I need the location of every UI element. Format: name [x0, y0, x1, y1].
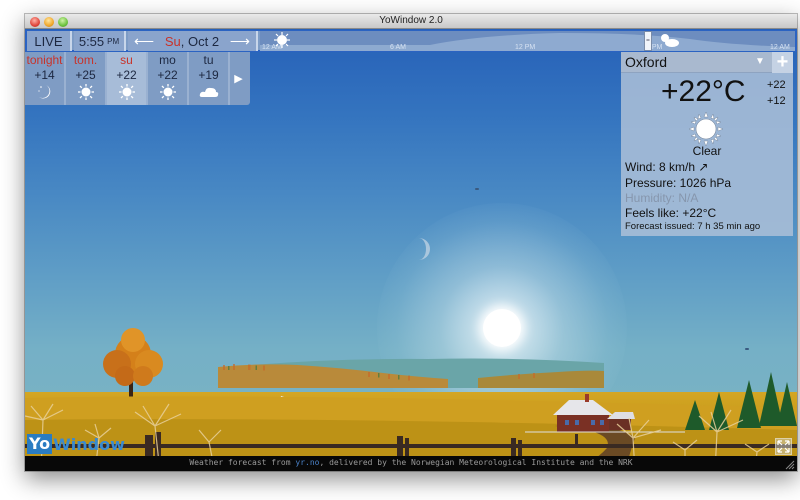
- day-temp: +14: [34, 68, 55, 82]
- time-value: 5:55: [78, 33, 105, 49]
- day-label: tom.: [73, 53, 98, 67]
- high-low: +22 +12: [767, 77, 786, 109]
- feels-like-info: Feels like: +22°C: [625, 206, 717, 220]
- moon-icon: [37, 85, 50, 99]
- forecast-day-tonight[interactable]: tonight +14: [25, 52, 66, 105]
- date-navigator: ⟵ Su, Oct 2 ⟶: [128, 31, 258, 51]
- sun-icon: [274, 32, 290, 48]
- forecast-strip: tonight +14 tom. +25 su +22 mo +22 tu +1…: [25, 52, 250, 105]
- window-title: YoWindow 2.0: [379, 15, 443, 26]
- sun-icon: [689, 112, 723, 146]
- forecast-issued-info: Forecast issued: 7 h 35 min ago: [625, 221, 761, 232]
- app-window: YoWindow 2.0 Yo Window LIVE 5:55 PM ⟵ Su…: [25, 14, 797, 471]
- day-label: su: [120, 53, 133, 67]
- partly-cloudy-icon: [661, 34, 679, 47]
- status-prefix: Weather forecast from: [189, 458, 296, 467]
- humidity-info: Humidity: N/A: [625, 191, 699, 205]
- logo-window: Window: [53, 434, 125, 454]
- wind-info: Wind: 8 km/h ↗: [625, 160, 709, 174]
- current-temperature: +22°C: [661, 75, 746, 108]
- timeline-bar: LIVE 5:55 PM ⟵ Su, Oct 2 ⟶ 12 AM 6 AM 12 …: [25, 30, 797, 52]
- date-day: Su: [164, 33, 181, 49]
- day-temp: +22: [116, 68, 137, 82]
- date-label: Su, Oct 2: [165, 34, 219, 49]
- time-suffix: PM: [107, 36, 120, 46]
- day-label: mo: [159, 53, 176, 67]
- forecast-day-tuesday[interactable]: tu +19: [189, 52, 230, 105]
- day-label: tonight: [26, 53, 63, 67]
- status-bar: Weather forecast from yr.no, delivered b…: [25, 456, 797, 471]
- timeline-track[interactable]: 12 AM 6 AM 12 PM 6 PM 12 AM =: [260, 31, 795, 51]
- oak-tree: [103, 328, 163, 404]
- sun-icon: [118, 84, 135, 100]
- day-temp: +22: [157, 68, 178, 82]
- fullscreen-button[interactable]: [775, 438, 792, 455]
- foreground: [25, 328, 797, 456]
- day-temp: +25: [75, 68, 96, 82]
- logo-yo: Yo: [27, 434, 53, 454]
- pressure-info: Pressure: 1026 hPa: [625, 176, 732, 190]
- city-name: Oxford: [625, 54, 668, 70]
- status-suffix: , delivered by the Norwegian Meteorologi…: [319, 458, 633, 467]
- current-time: 5:55 PM: [74, 31, 126, 51]
- previous-day-button[interactable]: ⟵: [134, 33, 154, 50]
- sun-icon: [77, 84, 94, 100]
- resize-grip-icon[interactable]: [785, 460, 795, 470]
- high-temp: +22: [767, 79, 786, 91]
- chevron-down-icon[interactable]: ▼: [755, 56, 765, 67]
- add-location-button[interactable]: +: [772, 52, 793, 73]
- condition-label: Clear: [692, 144, 722, 158]
- forecast-day-sunday[interactable]: su +22: [107, 52, 148, 105]
- yowindow-logo[interactable]: Yo Window: [27, 434, 125, 454]
- bird-icon: [475, 188, 479, 190]
- timeline-slider-handle[interactable]: =: [644, 31, 652, 51]
- date-rest: , Oct 2: [180, 33, 220, 49]
- forecast-day-tomorrow[interactable]: tom. +25: [66, 52, 107, 105]
- forecast-next-button[interactable]: ▶: [230, 52, 247, 105]
- title-bar: YoWindow 2.0: [25, 14, 797, 29]
- expand-icon: [777, 440, 790, 453]
- yr-no-link[interactable]: yr.no: [295, 458, 319, 467]
- day-label: tu: [203, 53, 214, 67]
- live-button[interactable]: LIVE: [27, 31, 72, 51]
- city-selector[interactable]: Oxford ▼ +: [621, 52, 793, 73]
- forecast-day-monday[interactable]: mo +22: [148, 52, 189, 105]
- timeline-tick: 12 PM: [515, 44, 536, 51]
- sun-icon: [159, 84, 176, 100]
- timeline-tick: 6 AM: [390, 44, 406, 51]
- next-day-button[interactable]: ⟶: [230, 33, 250, 50]
- timeline-tick: 12 AM: [770, 44, 790, 51]
- cloud-icon: [199, 87, 218, 97]
- low-temp: +12: [767, 95, 786, 107]
- day-temp: +19: [198, 68, 219, 82]
- current-conditions-panel: Oxford ▼ + +22°C +22 +12 Clear Wind: 8 k…: [621, 52, 793, 236]
